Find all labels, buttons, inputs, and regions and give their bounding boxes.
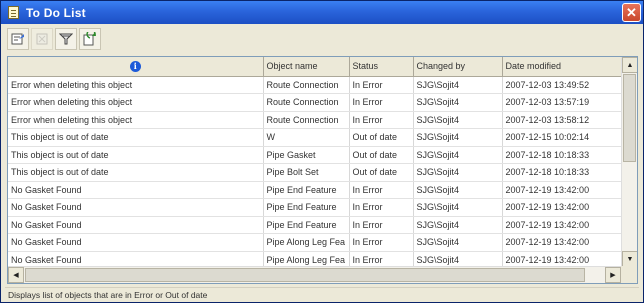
status-cell: Out of date [349, 128, 414, 147]
table-row[interactable]: Error when deleting this object Route Co… [8, 76, 623, 94]
changed-by-cell: SJG\Sojit4 [413, 163, 503, 182]
status-cell: In Error [349, 181, 414, 199]
status-cell: In Error [349, 216, 414, 234]
message-cell: No Gasket Found [8, 181, 264, 199]
changed-by-cell: SJG\Sojit4 [413, 146, 503, 164]
message-cell: This object is out of date [8, 163, 264, 182]
scrollbar-corner [621, 266, 637, 283]
object-name-cell: Pipe Gasket [263, 146, 350, 164]
column-header-date-modified[interactable]: Date modified [502, 57, 623, 77]
changed-by-cell: SJG\Sojit4 [413, 93, 503, 112]
scroll-right-button[interactable]: ▶ [605, 267, 621, 283]
table-row[interactable]: Error when deleting this object Route Co… [8, 93, 623, 112]
scroll-up-button[interactable]: ▲ [622, 57, 637, 73]
column-header-status[interactable]: Status [349, 57, 414, 77]
message-cell: This object is out of date [8, 128, 264, 147]
scroll-down-button[interactable]: ▼ [622, 251, 637, 267]
properties-icon [11, 33, 24, 45]
status-cell: In Error [349, 93, 414, 112]
table-row[interactable]: This object is out of date W Out of date… [8, 128, 623, 147]
object-name-cell: Pipe End Feature [263, 181, 350, 199]
changed-by-cell: SJG\Sojit4 [413, 181, 503, 199]
object-name-cell: Pipe Along Leg Fea [263, 233, 350, 252]
date-modified-cell: 2007-12-03 13:49:52 [502, 76, 623, 94]
date-modified-cell: 2007-12-19 13:42:00 [502, 198, 623, 217]
delete-icon [36, 33, 48, 45]
close-icon: ✕ [626, 5, 637, 20]
object-name-cell: Pipe Bolt Set [263, 163, 350, 182]
changed-by-cell: SJG\Sojit4 [413, 76, 503, 94]
date-modified-cell: 2007-12-18 10:18:33 [502, 146, 623, 164]
message-cell: Error when deleting this object [8, 76, 264, 94]
delete-button[interactable] [31, 28, 53, 50]
todo-list-window: To Do List ✕ i Object name Status Change… [0, 0, 644, 303]
close-button[interactable]: ✕ [622, 3, 641, 22]
status-cell: In Error [349, 198, 414, 217]
table-row[interactable]: No Gasket Found Pipe Along Leg Fea In Er… [8, 233, 623, 252]
changed-by-cell: SJG\Sojit4 [413, 128, 503, 147]
window-title: To Do List [26, 5, 86, 20]
date-modified-cell: 2007-12-19 13:42:00 [502, 181, 623, 199]
vertical-scrollbar[interactable]: ▲ ▼ [621, 57, 637, 267]
message-cell: Error when deleting this object [8, 93, 264, 112]
arrow-left-icon: ◀ [13, 272, 19, 279]
date-modified-cell: 2007-12-19 13:42:00 [502, 233, 623, 252]
info-icon: i [129, 60, 141, 72]
date-modified-cell: 2007-12-03 13:57:19 [502, 93, 623, 112]
table-row[interactable]: No Gasket Found Pipe End Feature In Erro… [8, 216, 623, 234]
title-bar[interactable]: To Do List ✕ [1, 1, 643, 24]
changed-by-cell: SJG\Sojit4 [413, 233, 503, 252]
header-row: i Object name Status Changed by Date mod… [8, 57, 623, 77]
todo-list-icon [7, 5, 20, 20]
changed-by-cell: SJG\Sojit4 [413, 111, 503, 129]
status-cell: Out of date [349, 163, 414, 182]
changed-by-cell: SJG\Sojit4 [413, 216, 503, 234]
properties-button[interactable] [7, 28, 29, 50]
object-name-cell: W [263, 128, 350, 147]
refresh-icon [83, 32, 96, 46]
object-name-cell: Pipe End Feature [263, 198, 350, 217]
column-header-object-name[interactable]: Object name [263, 57, 350, 77]
arrow-right-icon: ▶ [610, 272, 616, 279]
column-header-changed-by[interactable]: Changed by [413, 57, 503, 77]
horizontal-scroll-thumb[interactable] [25, 268, 585, 282]
status-cell: In Error [349, 111, 414, 129]
filter-icon [59, 33, 73, 45]
date-modified-cell: 2007-12-03 13:58:12 [502, 111, 623, 129]
status-cell: In Error [349, 76, 414, 94]
table-row[interactable]: Error when deleting this object Route Co… [8, 111, 623, 129]
changed-by-cell: SJG\Sojit4 [413, 198, 503, 217]
message-cell: No Gasket Found [8, 216, 264, 234]
status-cell: Out of date [349, 146, 414, 164]
object-name-cell: Route Connection [263, 93, 350, 112]
scroll-left-button[interactable]: ◀ [8, 267, 24, 283]
horizontal-scrollbar[interactable]: ◀ ▶ [8, 266, 621, 283]
message-cell: No Gasket Found [8, 233, 264, 252]
toolbar [7, 28, 101, 50]
filter-button[interactable] [55, 28, 77, 50]
message-cell: This object is out of date [8, 146, 264, 164]
refresh-button[interactable] [79, 28, 101, 50]
todo-grid: i Object name Status Changed by Date mod… [7, 56, 638, 284]
object-name-cell: Pipe End Feature [263, 216, 350, 234]
date-modified-cell: 2007-12-15 10:02:14 [502, 128, 623, 147]
date-modified-cell: 2007-12-18 10:18:33 [502, 163, 623, 182]
table-row[interactable]: No Gasket Found Pipe End Feature In Erro… [8, 181, 623, 199]
status-cell: In Error [349, 233, 414, 252]
todo-table: i Object name Status Changed by Date mod… [8, 57, 623, 269]
date-modified-cell: 2007-12-19 13:42:00 [502, 216, 623, 234]
object-name-cell: Route Connection [263, 76, 350, 94]
table-row[interactable]: No Gasket Found Pipe End Feature In Erro… [8, 198, 623, 217]
status-bar: Displays list of objects that are in Err… [5, 287, 639, 301]
message-cell: No Gasket Found [8, 198, 264, 217]
arrow-up-icon: ▲ [626, 61, 634, 69]
message-cell: Error when deleting this object [8, 111, 264, 129]
object-name-cell: Route Connection [263, 111, 350, 129]
vertical-scroll-thumb[interactable] [623, 74, 636, 162]
column-header-message[interactable]: i [8, 57, 264, 77]
table-row[interactable]: This object is out of date Pipe Gasket O… [8, 146, 623, 164]
table-row[interactable]: This object is out of date Pipe Bolt Set… [8, 163, 623, 182]
arrow-down-icon: ▼ [626, 255, 634, 263]
